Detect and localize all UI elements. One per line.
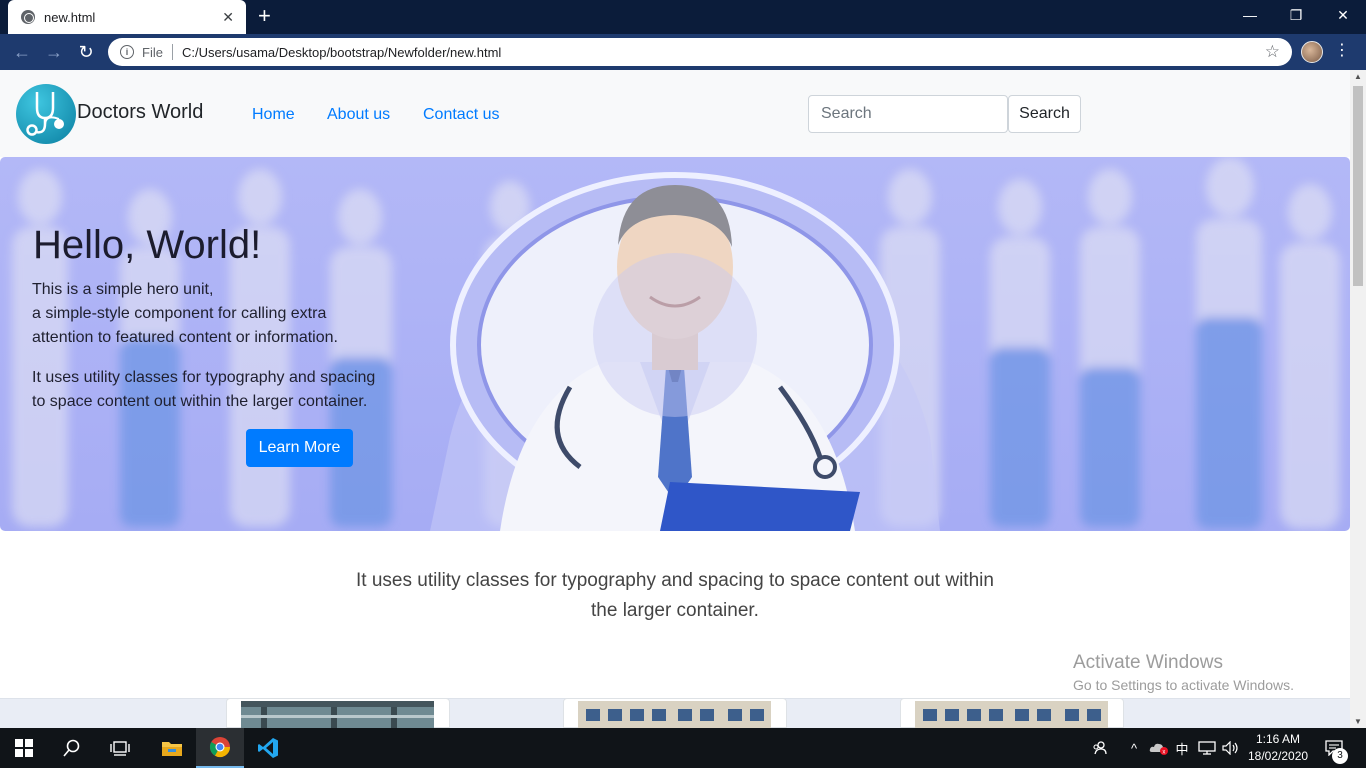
address-bar[interactable]: i File C:/Users/usama/Desktop/bootstrap/… — [108, 38, 1292, 66]
new-tab-button[interactable]: + — [258, 4, 271, 28]
vscode-icon[interactable] — [244, 728, 292, 768]
menu-icon[interactable]: ⋮ — [1334, 41, 1350, 61]
hero-title: Hello, World! — [33, 223, 262, 267]
scroll-down-icon[interactable]: ▼ — [1350, 717, 1366, 726]
nav-contact[interactable]: Contact us — [423, 106, 499, 124]
browser-titlebar: new.html ✕ + — ❐ ✕ — [0, 0, 1366, 34]
browser-toolbar: ← → ↻ i File C:/Users/usama/Desktop/boot… — [0, 34, 1366, 70]
card[interactable] — [900, 698, 1124, 728]
site-brand[interactable]: Doctors World — [77, 101, 203, 124]
scroll-up-icon[interactable]: ▲ — [1350, 72, 1366, 81]
maximize-icon[interactable]: ❐ — [1273, 0, 1319, 30]
volume-icon[interactable] — [1220, 728, 1242, 768]
card-image — [578, 701, 771, 728]
globe-icon — [21, 10, 35, 24]
network-icon[interactable] — [1196, 728, 1218, 768]
search-input[interactable] — [808, 95, 1008, 133]
lead-line-2: the larger container. — [591, 600, 759, 621]
ime-icon[interactable]: 中 — [1172, 728, 1192, 768]
stethoscope-logo-icon[interactable] — [16, 84, 76, 144]
activation-watermark-title: Activate Windows — [1073, 652, 1223, 673]
nav-about[interactable]: About us — [327, 106, 390, 124]
clock-date[interactable]: 18/02/2020 — [1248, 749, 1308, 763]
browser-tab[interactable]: new.html ✕ — [8, 0, 246, 34]
windows-start-icon[interactable] — [0, 728, 48, 768]
nav-home[interactable]: Home — [252, 106, 295, 124]
info-icon[interactable]: i — [120, 45, 134, 59]
svg-text:x: x — [1162, 749, 1165, 755]
site-navbar: Doctors World Home About us Contact us S… — [0, 70, 1350, 157]
learn-more-button[interactable]: Learn More — [246, 429, 353, 467]
hero-text-line: to space content out within the larger c… — [32, 393, 368, 410]
onedrive-error-icon[interactable]: x — [1148, 728, 1170, 768]
minimize-icon[interactable]: — — [1227, 0, 1273, 30]
star-icon[interactable]: ☆ — [1265, 42, 1280, 62]
hero-text-line: This is a simple hero unit, — [32, 281, 214, 298]
forward-icon[interactable]: → — [42, 40, 66, 64]
card-image — [915, 701, 1108, 728]
search-button[interactable]: Search — [1008, 95, 1081, 133]
hero-text-line: a simple-style component for calling ext… — [32, 305, 327, 322]
chrome-icon[interactable] — [196, 728, 244, 768]
doctor-portrait-image — [430, 172, 940, 531]
page-viewport: Doctors World Home About us Contact us S… — [0, 70, 1350, 728]
url-text[interactable]: C:/Users/usama/Desktop/bootstrap/Newfold… — [182, 45, 501, 60]
clock-time[interactable]: 1:16 AM — [1248, 732, 1308, 746]
scrollbar-thumb[interactable] — [1353, 86, 1363, 286]
close-window-icon[interactable]: ✕ — [1320, 0, 1366, 30]
windows-taskbar: ^ x 中 1:16 AM 18/02/2020 — [0, 728, 1366, 768]
page-scrollbar[interactable]: ▲ ▼ — [1350, 70, 1366, 728]
tab-title: new.html — [44, 9, 96, 25]
hero-text-line: attention to featured content or informa… — [32, 329, 338, 346]
reload-icon[interactable]: ↻ — [74, 40, 98, 64]
avatar[interactable] — [1301, 41, 1323, 63]
url-separator — [171, 44, 173, 60]
card-image — [241, 701, 434, 728]
search-icon[interactable] — [48, 728, 96, 768]
chevron-up-icon[interactable]: ^ — [1124, 728, 1144, 768]
card[interactable] — [226, 698, 450, 728]
hero-jumbotron: Hello, World! This is a simple hero unit… — [0, 157, 1350, 531]
notification-count-badge: 3 — [1332, 748, 1348, 764]
file-explorer-icon[interactable] — [148, 728, 196, 768]
lead-line-1: It uses utility classes for typography a… — [356, 570, 994, 591]
activation-watermark-subtitle: Go to Settings to activate Windows. — [1073, 677, 1294, 693]
people-icon[interactable] — [1088, 728, 1110, 768]
task-view-icon[interactable] — [96, 728, 144, 768]
card[interactable] — [563, 698, 787, 728]
hero-text-line: It uses utility classes for typography a… — [32, 369, 376, 386]
url-scheme: File — [142, 44, 163, 60]
back-icon[interactable]: ← — [10, 40, 34, 64]
close-icon[interactable]: ✕ — [222, 9, 234, 26]
lead-text: It uses utility classes for typography a… — [340, 566, 1010, 626]
